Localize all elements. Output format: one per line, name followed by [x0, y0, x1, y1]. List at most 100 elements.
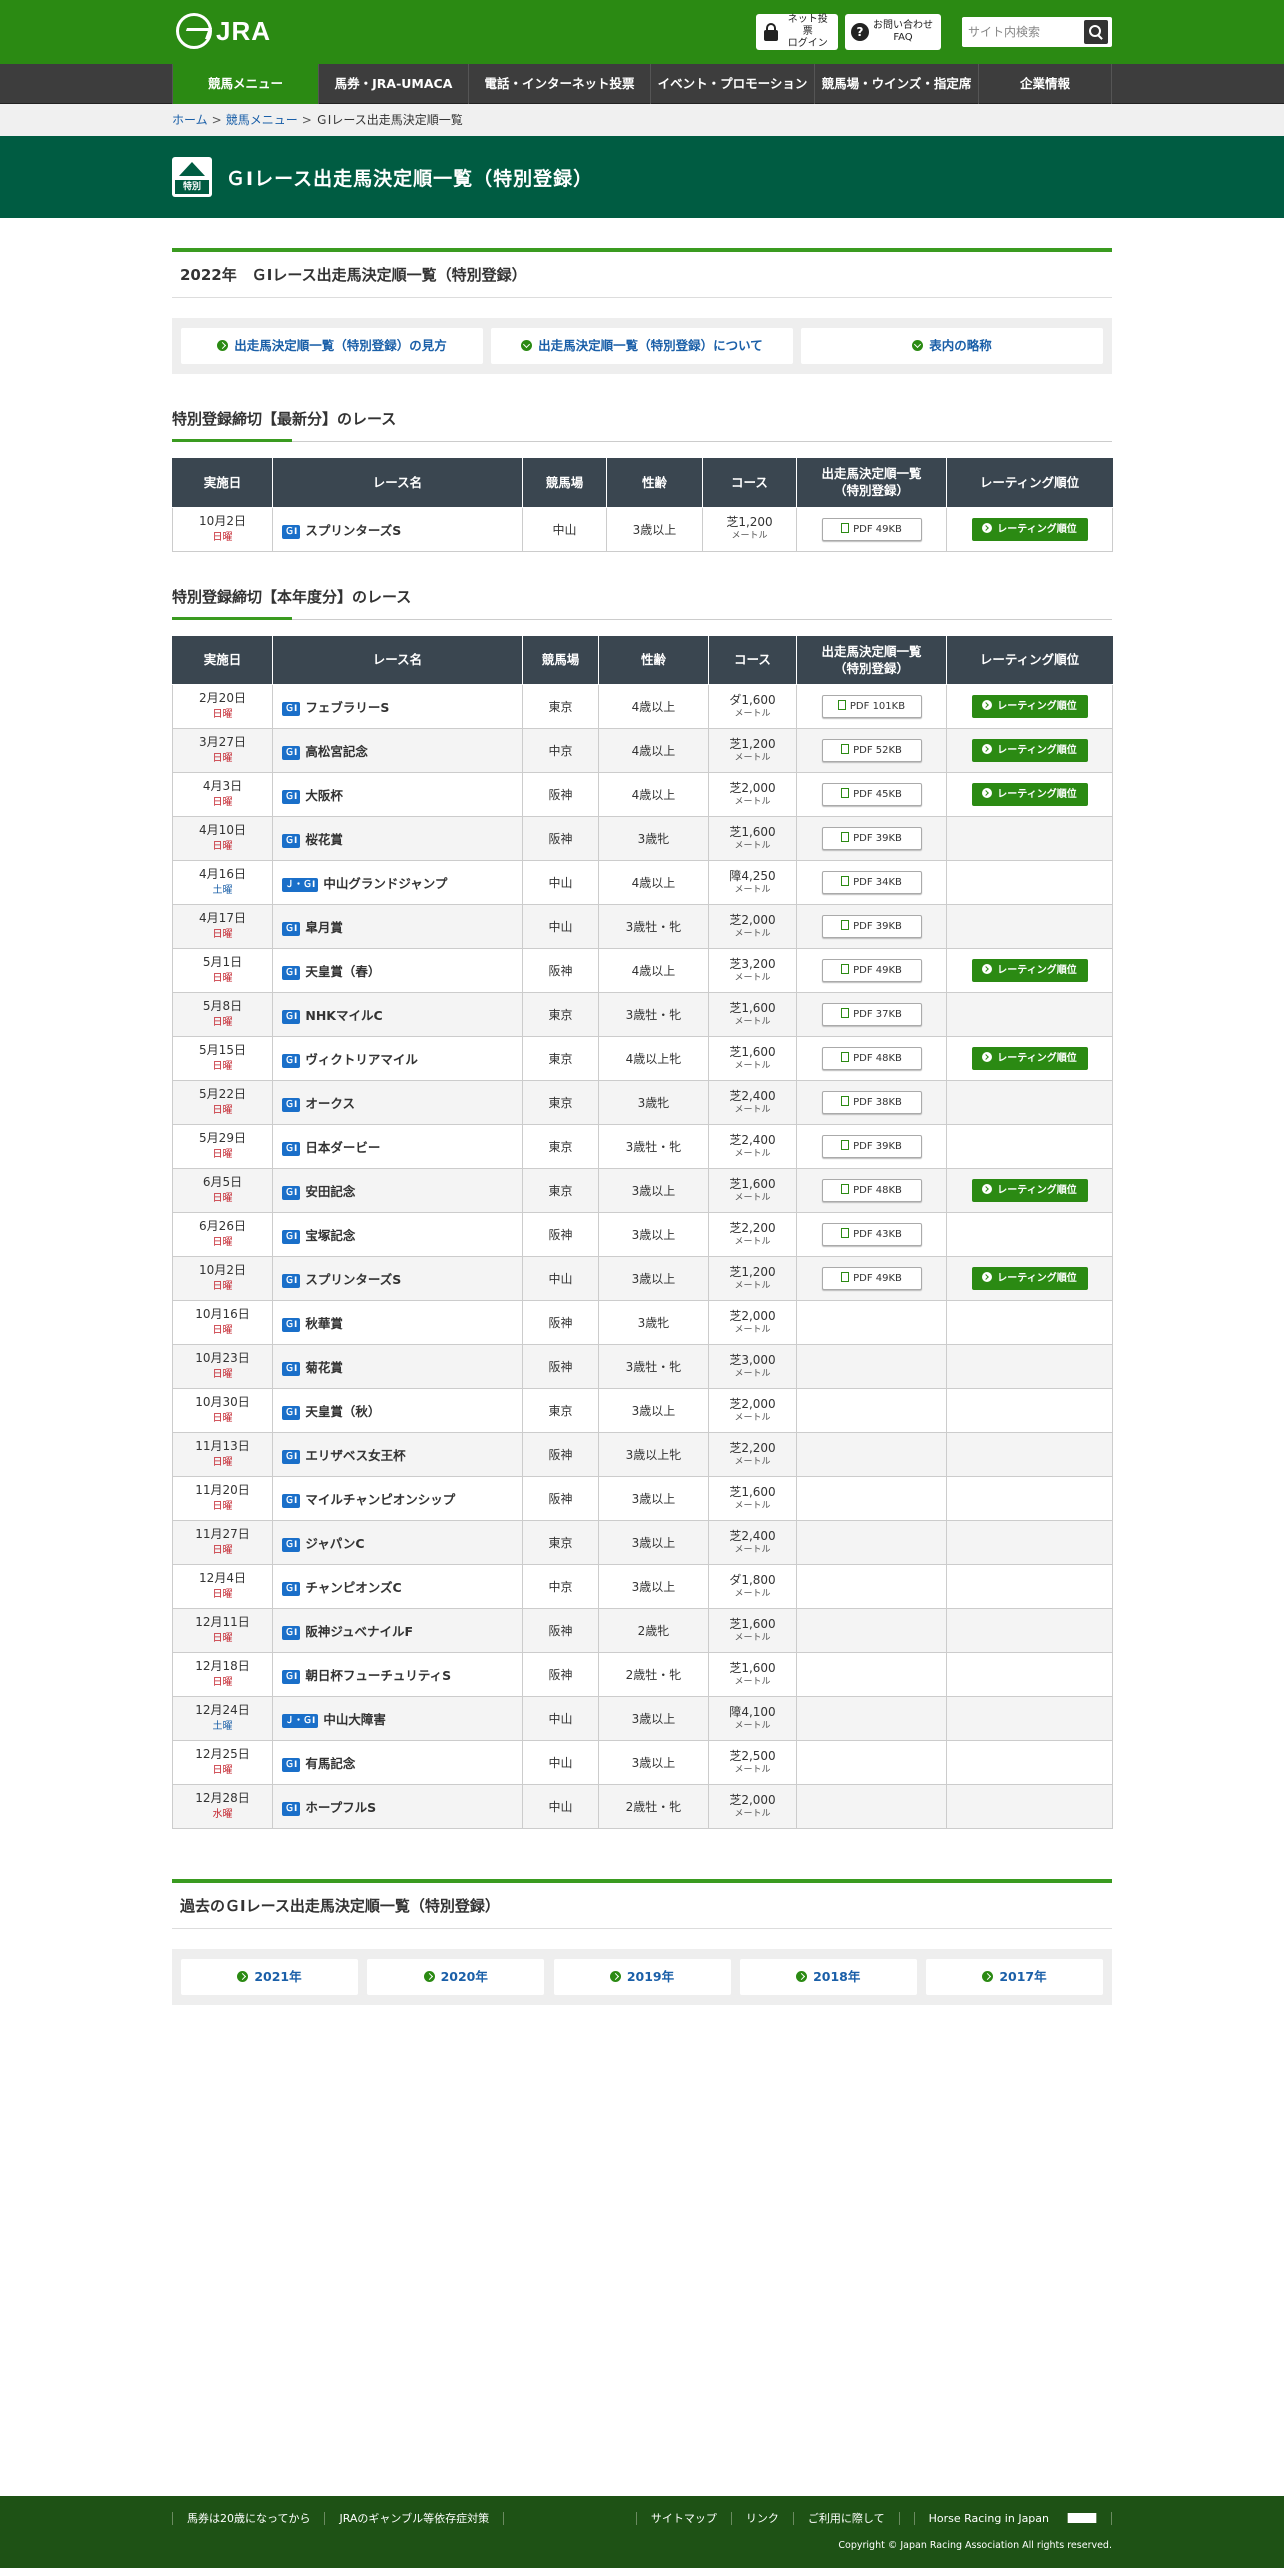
- course-unit: メートル: [734, 884, 771, 895]
- condition-cell: 2歳牝: [598, 1608, 709, 1653]
- pdf-button[interactable]: PDF 101KB: [821, 695, 922, 718]
- rating-button[interactable]: レーティング順位: [971, 1047, 1088, 1070]
- search-icon[interactable]: [1084, 20, 1108, 44]
- rating-button[interactable]: レーティング順位: [971, 959, 1088, 982]
- footer-link-links[interactable]: リンク: [730, 2512, 793, 2525]
- pdf-button[interactable]: PDF 39KB: [821, 1135, 922, 1158]
- venue-cell: 阪神: [522, 816, 599, 861]
- pdf-cell: [796, 1652, 947, 1697]
- main-content: 2022年 ＧⅠレース出走馬決定順一覧（特別登録） 出走馬決定順一覧（特別登録）…: [172, 218, 1113, 2005]
- rating-button[interactable]: レーティング順位: [971, 1179, 1088, 1202]
- rating-cell: [946, 1520, 1113, 1565]
- race-date-cell: 12月28日 水曜: [172, 1784, 273, 1829]
- race-date: 10月2日: [199, 513, 246, 528]
- pdf-cell: [796, 1608, 947, 1653]
- pdf-button[interactable]: PDF 38KB: [821, 1091, 922, 1114]
- breadcrumb-home[interactable]: ホーム: [172, 113, 208, 127]
- course-cell: 芝2,000 メートル: [708, 1784, 797, 1829]
- venue-cell: 東京: [522, 1124, 599, 1169]
- nav-item-baken[interactable]: 馬券・JRA-UMACA: [318, 64, 468, 104]
- condition-cell: 3歳牡・牝: [598, 1344, 709, 1389]
- pdf-button[interactable]: PDF 49KB: [821, 959, 922, 982]
- nav-item-net-vote[interactable]: 電話・インターネット投票: [468, 64, 650, 104]
- rating-button[interactable]: レーティング順位: [971, 739, 1088, 762]
- course-unit: メートル: [734, 1676, 771, 1687]
- rating-button[interactable]: レーティング順位: [971, 517, 1088, 541]
- pdf-button[interactable]: PDF 49KB: [821, 517, 922, 541]
- pdf-button[interactable]: PDF 49KB: [821, 1267, 922, 1290]
- col-date: 実施日: [172, 458, 273, 508]
- footer-link-sitemap[interactable]: サイトマップ: [635, 2512, 731, 2525]
- past-year-button[interactable]: 2021年: [181, 1959, 358, 1995]
- course-distance: 芝2,500: [729, 1748, 776, 1763]
- rating-button[interactable]: レーティング順位: [971, 1267, 1088, 1290]
- rating-cell: [946, 860, 1113, 905]
- race-name-cell: ＧⅠ ホープフルS: [272, 1784, 523, 1829]
- site-footer: 馬券は20歳になってから JRAのギャンブル等依存症対策 サイトマップ リンク …: [0, 2496, 1284, 2568]
- pdf-button[interactable]: PDF 34KB: [821, 871, 922, 894]
- pdf-button[interactable]: PDF 39KB: [821, 827, 922, 850]
- venue-cell: 中京: [522, 1564, 599, 1609]
- col-pdf: 出走馬決定順一覧 （特別登録）: [796, 458, 947, 508]
- footer-link-age[interactable]: 馬券は20歳になってから: [172, 2512, 324, 2525]
- faq-button[interactable]: ? お問い合わせ FAQ: [845, 14, 941, 50]
- grade-badge: ＧⅠ: [282, 524, 301, 539]
- nav-item-event[interactable]: イベント・プロモーション: [650, 64, 814, 104]
- past-year-button[interactable]: 2020年: [367, 1959, 545, 1995]
- site-search: [962, 17, 1112, 47]
- race-weekday: 土曜: [212, 1721, 233, 1732]
- rating-button[interactable]: レーティング順位: [971, 695, 1088, 718]
- jra-logo[interactable]: JRA: [176, 13, 271, 49]
- search-input[interactable]: [962, 18, 1084, 46]
- pdf-file-icon: [841, 964, 850, 974]
- race-name-cell: ＧⅠ 安田記念: [272, 1168, 523, 1213]
- rating-cell: レーティング順位: [946, 948, 1113, 993]
- pdf-button[interactable]: PDF 48KB: [821, 1047, 922, 1070]
- past-year-button[interactable]: 2017年: [926, 1959, 1103, 1995]
- nav-item-venues[interactable]: 競馬場・ウインズ・指定席: [814, 64, 978, 104]
- about-button[interactable]: 出走馬決定順一覧（特別登録）について: [491, 328, 793, 364]
- footer-link-gambling[interactable]: JRAのギャンブル等依存症対策: [324, 2512, 505, 2525]
- race-name-cell: ＧⅠ マイルチャンピオンシップ: [272, 1476, 523, 1521]
- pdf-button[interactable]: PDF 52KB: [821, 739, 922, 762]
- pdf-button[interactable]: PDF 43KB: [821, 1223, 922, 1246]
- race-date-cell: 2月20日 日曜: [172, 684, 273, 729]
- nav-item-company[interactable]: 企業情報: [978, 64, 1112, 104]
- footer-link-terms[interactable]: ご利用に際して: [792, 2512, 899, 2525]
- rating-cell: [946, 992, 1113, 1037]
- course-unit: メートル: [734, 972, 771, 983]
- race-weekday: 日曜: [212, 1589, 233, 1600]
- pdf-cell: PDF 38KB: [796, 1080, 947, 1125]
- pdf-file-icon: [837, 700, 846, 710]
- pdf-button[interactable]: PDF 37KB: [821, 1003, 922, 1026]
- venue-cell: 阪神: [522, 1432, 599, 1477]
- footer-link-hrij[interactable]: Horse Racing in Japan: [898, 2512, 1112, 2525]
- course-unit: メートル: [734, 796, 771, 807]
- condition-cell: 3歳牡・牝: [598, 1124, 709, 1169]
- login-label-1: ネット投票: [787, 14, 828, 37]
- race-weekday: 日曜: [212, 841, 233, 852]
- arrow-right-icon: [982, 1971, 994, 1982]
- course-distance: 芝2,200: [729, 1440, 776, 1455]
- breadcrumb-menu[interactable]: 競馬メニュー: [226, 113, 298, 127]
- past-year-button[interactable]: 2019年: [553, 1959, 731, 1995]
- rating-button[interactable]: レーティング順位: [971, 783, 1088, 806]
- pdf-button[interactable]: PDF 48KB: [821, 1179, 922, 1202]
- race-name: 菊花賞: [305, 1360, 343, 1375]
- past-year-button[interactable]: 2018年: [739, 1959, 917, 1995]
- venue-cell: 東京: [522, 992, 599, 1037]
- pdf-cell: PDF 49KB: [796, 1256, 947, 1301]
- nav-item-keiba-menu[interactable]: 競馬メニュー: [172, 64, 318, 104]
- abbreviation-button[interactable]: 表内の略称: [801, 328, 1103, 364]
- course-unit: メートル: [734, 1720, 771, 1731]
- pdf-button[interactable]: PDF 45KB: [821, 783, 922, 806]
- grade-badge: ＧⅠ: [282, 1758, 301, 1772]
- race-name-cell: ＧⅠ スプリンターズS: [272, 1256, 523, 1301]
- pdf-button[interactable]: PDF 39KB: [821, 915, 922, 938]
- net-vote-login-button[interactable]: ネット投票 ログイン: [756, 14, 838, 50]
- pdf-cell: PDF 39KB: [796, 816, 947, 861]
- course-distance: 芝2,000: [729, 780, 776, 795]
- course-cell: 芝2,400 メートル: [708, 1080, 797, 1125]
- how-to-read-button[interactable]: 出走馬決定順一覧（特別登録）の見方: [181, 328, 483, 364]
- course-cell: 芝1,600 メートル: [708, 1476, 797, 1521]
